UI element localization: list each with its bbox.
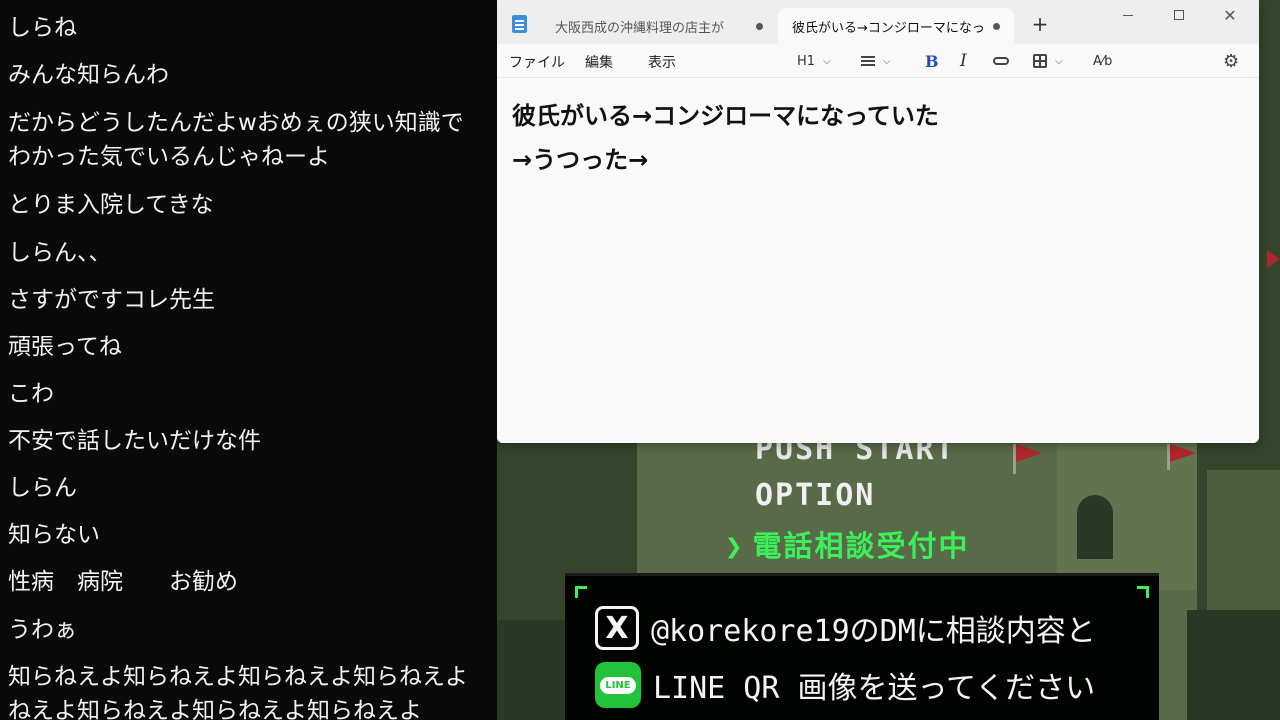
menu-edit[interactable]: 編集 [585, 52, 613, 72]
contact-info-box: X @korekore19のDMに相談内容と LINE LINE QR 画像を送… [565, 573, 1159, 720]
chat-message: 知らねえよ知らねえよ知らねえよ知らねえよ [8, 664, 468, 690]
phone-consult-line: ❯ 電話相談受付中 [725, 523, 969, 565]
gear-icon: ⚙ [1223, 50, 1240, 72]
document-heading-line[interactable]: 彼氏がいる→コンジローマになっていた [512, 100, 939, 132]
chat-message: さすがですコレ先生 [8, 287, 215, 313]
heading-label: H1 [797, 53, 816, 69]
tab-active[interactable]: 彼氏がいる→コンジローマになってい [778, 8, 1014, 44]
table-icon [1033, 54, 1047, 68]
castle-window [1077, 495, 1113, 559]
frame-corner [1137, 586, 1149, 598]
chat-message: 不安で話したいだけな件 [8, 428, 261, 454]
chat-message: ねえよ知らねえよ知らねえよ知らねえよ [8, 698, 422, 720]
tab-title: 彼氏がいる→コンジローマになってい [792, 20, 985, 36]
x-contact-row: X @korekore19のDMに相談内容と [595, 606, 1096, 650]
castle-tower [1207, 470, 1280, 610]
chat-panel: しらね みんな知らんわ だからどうしたんだよwおめぇの狭い知識で わかった気でい… [0, 0, 497, 720]
castle-shadow [497, 620, 567, 720]
menu-view[interactable]: 表示 [648, 52, 676, 72]
heading-dropdown[interactable]: H1 ⌵ [797, 50, 831, 72]
chat-message: わかった気でいるんじゃねーよ [8, 144, 330, 170]
chevron-down-icon: ⌵ [1055, 55, 1063, 67]
chat-message: みんな知らんわ [8, 62, 169, 88]
spellcheck-icon: A⁄b [1093, 53, 1113, 69]
unsaved-dot-icon[interactable] [756, 22, 763, 30]
italic-button[interactable]: I [960, 50, 967, 72]
minimize-icon [1123, 14, 1133, 16]
chat-message: 知らない [8, 522, 100, 548]
castle-shadow [1187, 610, 1280, 720]
x-logo-icon: X [595, 606, 639, 650]
chat-message: うわぁ [8, 617, 77, 643]
phone-consult-label: 電話相談受付中 [752, 529, 970, 563]
option-label: OPTION [755, 478, 876, 513]
line-logo-icon: LINE [595, 662, 641, 708]
spellcheck-button[interactable]: A⁄b [1093, 50, 1112, 72]
chat-message: だからどうしたんだよwおめぇの狭い知識で [8, 110, 464, 136]
new-tab-button[interactable]: + [1029, 12, 1051, 36]
x-contact-text: @korekore19のDMに相談内容と [651, 614, 1096, 649]
line-contact-text: LINE QR 画像を送ってください [653, 671, 1096, 706]
chat-message: しらん、、 [8, 240, 112, 266]
castle-flag [1267, 250, 1280, 268]
tab-inactive[interactable]: 大阪西成の沖縄料理の店主が [541, 8, 777, 44]
frame-corner [575, 586, 587, 598]
maximize-button[interactable] [1156, 2, 1202, 28]
chat-message: とりま入院してきな [8, 192, 214, 218]
document-editor[interactable]: 彼氏がいる→コンジローマになっていた →うつった→ [497, 79, 1259, 443]
close-icon: ✕ [1223, 5, 1237, 25]
castle-flag [1016, 444, 1042, 462]
minimize-button[interactable] [1105, 2, 1151, 28]
list-icon [861, 56, 875, 66]
link-icon [993, 57, 1009, 65]
menu-file[interactable]: ファイル [509, 52, 565, 72]
menu-bar: ファイル 編集 表示 H1 ⌵ ⌵ B I ⌵ A⁄b ⚙ [497, 44, 1259, 78]
notepad-app-icon [512, 15, 527, 33]
document-heading-line[interactable]: →うつった→ [512, 144, 648, 176]
castle-flag [1170, 444, 1196, 462]
maximize-icon [1174, 10, 1184, 20]
list-dropdown[interactable]: ⌵ [861, 50, 891, 72]
chat-message: こわ [8, 381, 54, 407]
unsaved-dot-icon[interactable] [993, 22, 1000, 30]
italic-icon: I [960, 51, 967, 71]
chat-message: しらん [8, 475, 77, 501]
title-bar: 大阪西成の沖縄料理の店主が 彼氏がいる→コンジローマになってい + ✕ [497, 0, 1259, 44]
caret-right-icon: ❯ [725, 529, 745, 563]
chat-message: 頑張ってね [8, 334, 122, 360]
chat-message: 性病 病院 お勧め [8, 569, 238, 595]
table-dropdown[interactable]: ⌵ [1033, 50, 1063, 72]
close-button[interactable]: ✕ [1207, 2, 1253, 28]
chevron-down-icon: ⌵ [883, 55, 891, 67]
chevron-down-icon: ⌵ [823, 55, 831, 67]
notepad-window: 大阪西成の沖縄料理の店主が 彼氏がいる→コンジローマになってい + ✕ ファイル… [497, 0, 1259, 443]
chat-message: しらね [8, 15, 77, 41]
link-button[interactable] [993, 50, 1009, 72]
settings-button[interactable]: ⚙ [1223, 50, 1239, 72]
line-contact-row: LINE LINE QR 画像を送ってください [595, 662, 1095, 708]
bold-button[interactable]: B [925, 50, 939, 72]
tab-title: 大阪西成の沖縄料理の店主が [555, 20, 725, 36]
bold-icon: B [925, 51, 939, 71]
